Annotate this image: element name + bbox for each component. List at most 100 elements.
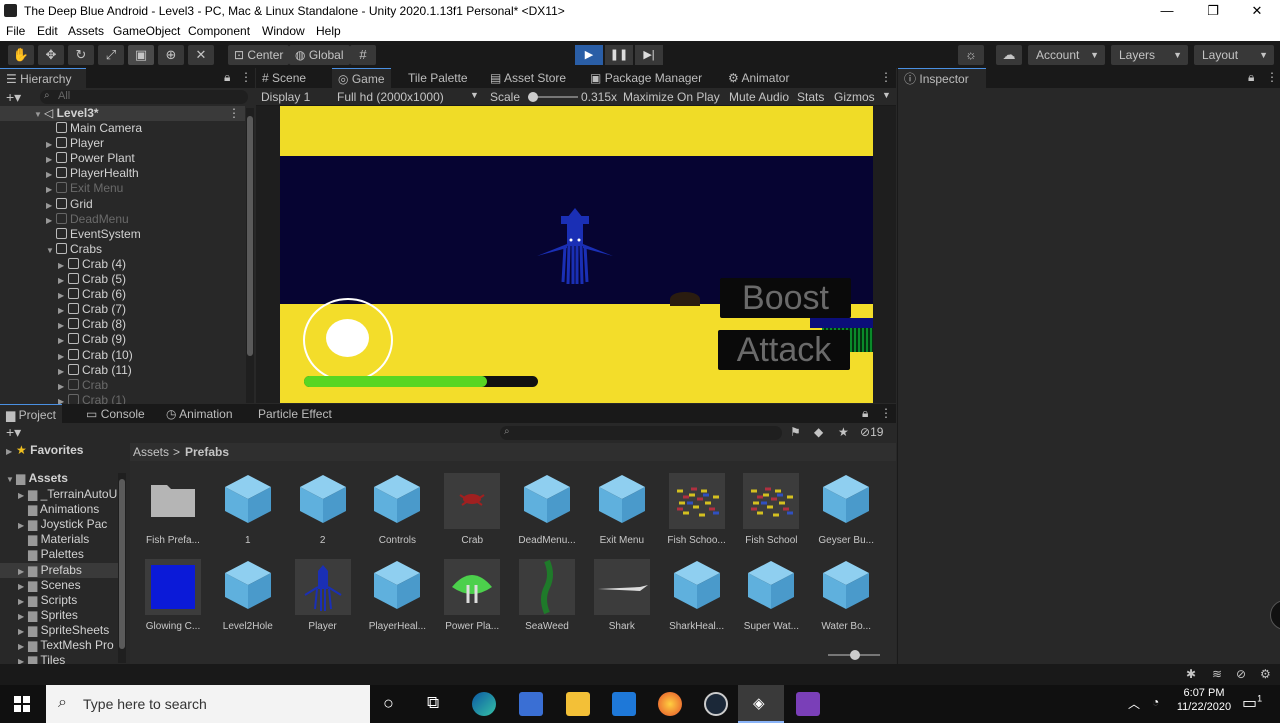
chevron-right-icon[interactable]: ▶ xyxy=(58,303,68,318)
chevron-right-icon[interactable]: ▶ xyxy=(58,349,68,364)
cloud-icon[interactable]: ☁ xyxy=(996,45,1022,65)
file-explorer-icon[interactable] xyxy=(566,692,590,716)
tab-animation[interactable]: ◷ Animation xyxy=(160,404,239,424)
hierarchy-item[interactable]: ▶ Crab (4) xyxy=(58,257,126,272)
chevron-down-icon[interactable]: ▼ xyxy=(46,243,56,258)
gizmos-toggle[interactable]: Gizmos xyxy=(834,90,875,104)
folder-item[interactable]: ▶ ▆ _TerrainAutoU xyxy=(18,487,118,502)
asset-item[interactable]: 2 xyxy=(287,473,359,546)
edge-icon[interactable] xyxy=(472,692,496,716)
asset-item[interactable]: Crab xyxy=(436,473,508,546)
layers-dropdown[interactable]: Layers ▼ xyxy=(1111,45,1188,65)
bug-icon[interactable]: ✱ xyxy=(1186,667,1196,681)
minimize-button[interactable]: — xyxy=(1144,0,1190,22)
tab-particle-effect[interactable]: Particle Effect xyxy=(252,404,338,424)
layout-dropdown[interactable]: Layout ▼ xyxy=(1194,45,1274,65)
menu-dots-icon[interactable]: ⋮ xyxy=(880,70,892,84)
hierarchy-scrollbar[interactable] xyxy=(246,108,254,403)
thumbnail-size-slider[interactable] xyxy=(828,650,880,660)
chevron-right-icon[interactable]: ▶ xyxy=(46,137,56,152)
mute-audio-toggle[interactable]: Mute Audio xyxy=(729,90,789,104)
move-tool-icon[interactable]: ✥ xyxy=(38,45,64,65)
asset-item[interactable]: Level2Hole xyxy=(212,559,284,632)
hierarchy-item[interactable]: Main Camera xyxy=(46,121,142,136)
hidden-packages-icon[interactable]: ⊘19 xyxy=(860,425,883,439)
chevron-right-icon[interactable]: ▶ xyxy=(18,624,28,638)
hand-tool-icon[interactable]: ✋ xyxy=(8,45,34,65)
scale-slider[interactable] xyxy=(528,92,578,102)
chevron-right-icon[interactable]: ▶ xyxy=(46,213,56,228)
asset-item[interactable]: Controls xyxy=(361,473,433,546)
tab-inspector[interactable]: ⓘ Inspector xyxy=(898,68,986,88)
asset-item[interactable]: SeaWeed xyxy=(511,559,583,632)
hierarchy-item[interactable]: ▶ Crab (10) xyxy=(58,348,133,363)
asset-item[interactable]: Fish Schoo... xyxy=(661,473,733,546)
notification-icon[interactable]: ▭1 xyxy=(1242,693,1262,713)
account-dropdown[interactable]: Account ▼ xyxy=(1028,45,1105,65)
menu-file[interactable]: File xyxy=(6,24,25,38)
asset-item[interactable]: SharkHeal... xyxy=(661,559,733,632)
game-view[interactable]: Boost Attack xyxy=(256,106,896,403)
tab-tile-palette[interactable]: Tile Palette xyxy=(402,68,474,88)
asset-item[interactable]: Shark xyxy=(586,559,658,632)
menu-help[interactable]: Help xyxy=(316,24,341,38)
space-global-button[interactable]: ◍ Global xyxy=(289,45,350,65)
folder-item[interactable]: ▶ ▆ Prefabs xyxy=(0,562,118,578)
hierarchy-item[interactable]: ▶ Crab (11) xyxy=(58,363,132,378)
label-tag-icon[interactable]: ◆ xyxy=(814,425,823,439)
assets-root-row[interactable]: ▼ ▆ Assets xyxy=(6,471,68,486)
gear-icon[interactable]: ⚙ xyxy=(1260,667,1271,681)
attack-button[interactable]: Attack xyxy=(718,330,850,370)
star-icon[interactable]: ★ xyxy=(838,425,849,439)
maximize-button[interactable]: ❐ xyxy=(1190,0,1236,22)
folder-scrollbar[interactable] xyxy=(118,473,126,663)
step-button[interactable]: ▶| xyxy=(635,45,663,65)
asset-item[interactable]: Player xyxy=(287,559,359,632)
task-view-icon[interactable]: ⧉ xyxy=(427,693,439,713)
chevron-right-icon[interactable]: ▶ xyxy=(18,488,28,502)
asset-item[interactable]: Fish Prefa... xyxy=(137,473,209,546)
asset-item[interactable]: DeadMenu... xyxy=(511,473,583,546)
asset-item[interactable]: 1 xyxy=(212,473,284,546)
menu-component[interactable]: Component xyxy=(188,24,250,38)
boost-button[interactable]: Boost xyxy=(720,278,851,318)
asset-item[interactable]: PlayerHeal... xyxy=(361,559,433,632)
rect-tool-icon[interactable]: ▣ xyxy=(128,45,154,65)
tab-animator[interactable]: ⚙ Animator xyxy=(722,68,795,88)
folder-item[interactable]: ▆ Materials xyxy=(18,532,118,547)
hierarchy-item[interactable]: ▶ Crab (5) xyxy=(58,272,126,287)
hierarchy-item[interactable]: ▶ Crab (8) xyxy=(58,317,126,332)
chevron-right-icon[interactable]: ▶ xyxy=(18,639,28,653)
play-button[interactable]: ▶ xyxy=(575,45,603,65)
breadcrumb-assets[interactable]: Assets xyxy=(133,445,169,459)
chevron-right-icon[interactable]: ▶ xyxy=(46,167,56,182)
chevron-right-icon[interactable]: ▶ xyxy=(18,564,28,578)
folder-item[interactable]: ▶ ▆ SpriteSheets xyxy=(18,623,118,638)
tab-console[interactable]: ▭ Console xyxy=(80,404,151,424)
firefox-icon[interactable] xyxy=(658,692,682,716)
clock[interactable]: 6:07 PM 11/22/2020 xyxy=(1176,687,1232,713)
hierarchy-item[interactable]: ▶ Crab (9) xyxy=(58,332,126,347)
steam-icon[interactable] xyxy=(704,692,728,716)
rotate-tool-icon[interactable]: ↻ xyxy=(68,45,94,65)
tab-scene[interactable]: # Scene xyxy=(256,68,312,88)
folder-item[interactable]: ▶ ▆ Scenes xyxy=(18,578,118,593)
scene-row[interactable]: ▼ ◁ Level3* xyxy=(34,106,99,121)
tab-project[interactable]: ▆ Project xyxy=(0,404,62,424)
asset-item[interactable]: Exit Menu xyxy=(586,473,658,546)
chevron-left-icon[interactable]: ‹ xyxy=(1270,600,1280,630)
chevron-right-icon[interactable]: ▶ xyxy=(58,379,68,394)
favorites-row[interactable]: ▶ ★ Favorites xyxy=(6,443,83,458)
joystick-knob[interactable] xyxy=(326,319,369,357)
asset-item[interactable]: Power Pla... xyxy=(436,559,508,632)
chevron-right-icon[interactable]: ▶ xyxy=(46,198,56,213)
folder-item[interactable]: ▶ ▆ Sprites xyxy=(18,608,118,623)
folder-item[interactable]: ▶ ▆ Scripts xyxy=(18,593,118,608)
asset-item[interactable]: Fish School xyxy=(735,473,807,546)
chevron-right-icon[interactable]: ▶ xyxy=(18,594,28,608)
hierarchy-item[interactable]: ▶ Crab (6) xyxy=(58,287,126,302)
filter-type-icon[interactable]: ⚑ xyxy=(790,425,801,439)
hierarchy-item[interactable]: ▶ Exit Menu xyxy=(46,181,123,196)
chevron-right-icon[interactable]: ▶ xyxy=(58,258,68,273)
mail-icon[interactable] xyxy=(612,692,636,716)
